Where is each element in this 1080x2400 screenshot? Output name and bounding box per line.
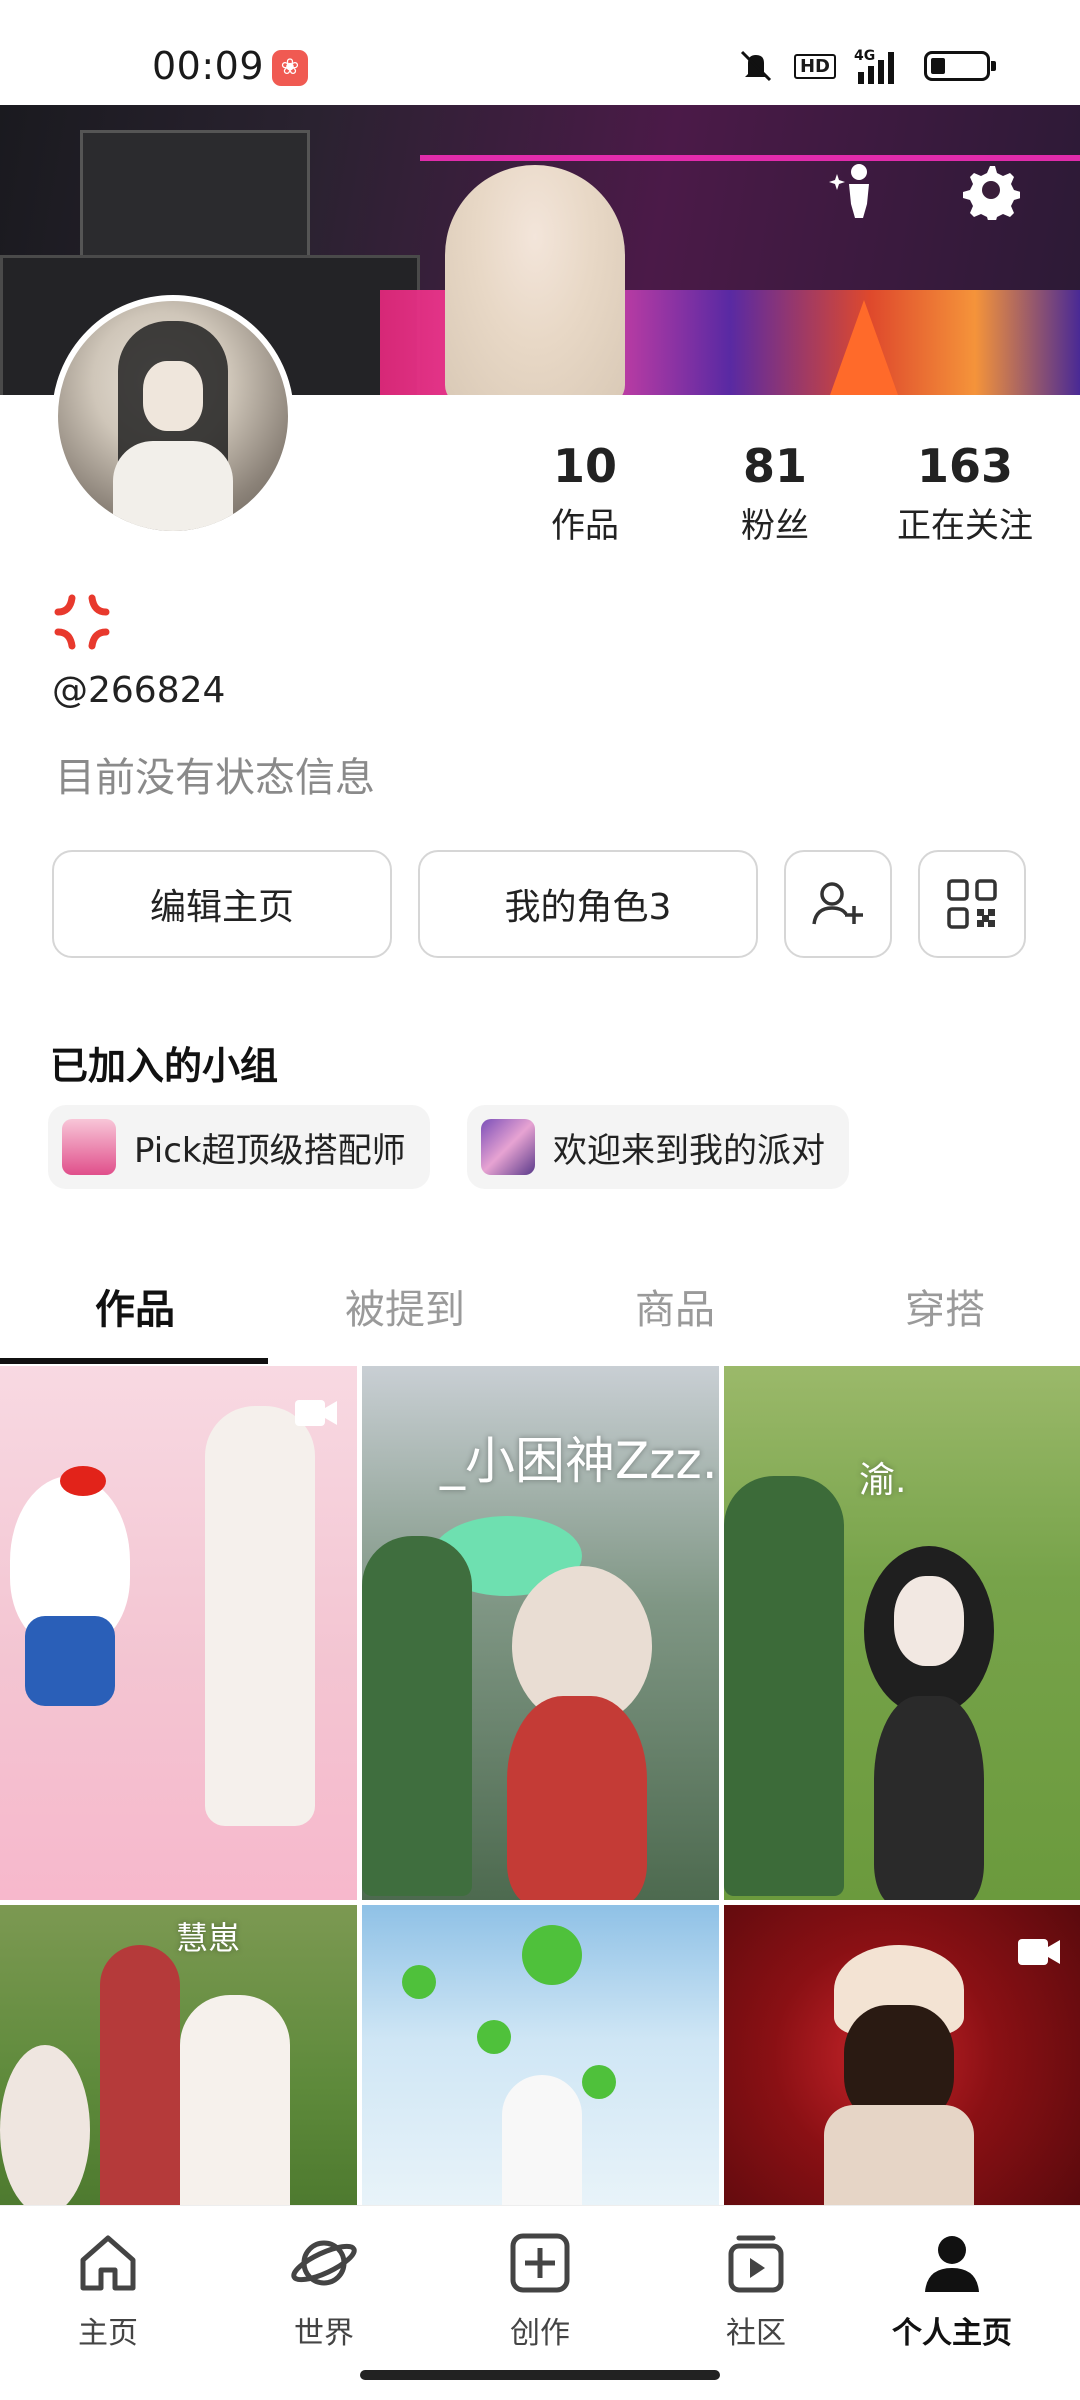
tab-outfits[interactable]: 穿搭 — [810, 1270, 1080, 1366]
stat-following-label: 正在关注 — [897, 506, 1033, 546]
sparkle-figure-icon — [829, 164, 869, 218]
status-icons: HD 4G — [736, 44, 996, 88]
edit-profile-button[interactable]: 编辑主页 — [52, 850, 392, 958]
joined-groups-title: 已加入的小组 — [50, 1044, 279, 1088]
nav-profile[interactable]: 个人主页 — [872, 2226, 1032, 2352]
stat-works-count: 10 — [552, 439, 617, 493]
work-thumbnail[interactable]: _小困神Zzz. — [362, 1366, 719, 1900]
group-chip[interactable]: Pick超顶级搭配师 — [48, 1105, 430, 1189]
battery-icon — [924, 51, 996, 81]
home-icon — [80, 2235, 136, 2291]
create-icon — [510, 2233, 570, 2293]
tab-mentioned[interactable]: 被提到 — [270, 1270, 540, 1366]
nav-create-label: 创作 — [510, 2316, 570, 2351]
add-user-icon — [812, 882, 863, 925]
work-thumbnail[interactable] — [724, 1905, 1080, 2205]
video-icon — [295, 1400, 337, 1426]
stat-following-count: 163 — [916, 439, 1014, 493]
tile-overlay-text: 渝. — [859, 1460, 907, 1501]
avatar-3d-figure — [445, 165, 625, 395]
group-thumbnail — [481, 1119, 535, 1175]
home-indicator[interactable] — [360, 2370, 720, 2380]
add-friend-button[interactable] — [784, 850, 892, 958]
user-handle: @266824 — [52, 670, 226, 711]
mute-icon — [740, 50, 772, 82]
my-role-button[interactable]: 我的角色3 — [418, 850, 758, 958]
profile-stats: 10 作品 81 粉丝 163 正在关注 — [490, 440, 1060, 547]
stat-followers[interactable]: 81 粉丝 — [680, 440, 870, 547]
group-chip[interactable]: 欢迎来到我的派对 — [467, 1105, 849, 1189]
nav-profile-label: 个人主页 — [892, 2316, 1012, 2351]
status-time: 00:09 — [152, 44, 265, 88]
app-notification-icon: ❀ — [272, 50, 308, 86]
work-thumbnail[interactable] — [362, 1905, 719, 2205]
tile-overlay-text: 慧崽 — [176, 1919, 241, 1957]
stat-followers-count: 81 — [742, 439, 807, 493]
group-thumbnail — [62, 1119, 116, 1175]
nav-community[interactable]: 社区 — [676, 2226, 836, 2352]
group-chip-label: 欢迎来到我的派对 — [553, 1130, 825, 1171]
group-chip-label: Pick超顶级搭配师 — [134, 1130, 406, 1171]
work-thumbnail[interactable]: 慧崽 — [0, 1905, 357, 2205]
community-icon — [728, 2235, 784, 2293]
profile-tabs: 作品 被提到 商品 穿搭 — [0, 1270, 1080, 1366]
svg-text:4G: 4G — [854, 48, 875, 64]
stat-works[interactable]: 10 作品 — [490, 440, 680, 547]
status-bar: 00:09 ❀ HD 4G — [0, 0, 1080, 105]
nav-world-label: 世界 — [294, 2316, 354, 2351]
qr-code-button[interactable] — [918, 850, 1026, 958]
tile-overlay-text: _小困神Zzz. — [440, 1432, 718, 1490]
status-message[interactable]: 目前没有状态信息 — [55, 745, 375, 803]
hd-icon: HD — [793, 53, 836, 79]
nav-home[interactable]: 主页 — [28, 2226, 188, 2352]
profile-icon — [925, 2236, 979, 2292]
anger-symbol-icon — [54, 594, 110, 650]
work-thumbnail[interactable] — [0, 1366, 357, 1900]
tab-products[interactable]: 商品 — [540, 1270, 810, 1366]
nav-community-label: 社区 — [726, 2316, 786, 2351]
stat-following[interactable]: 163 正在关注 — [870, 440, 1060, 547]
nav-home-label: 主页 — [78, 2316, 138, 2351]
qr-code-icon — [947, 879, 997, 929]
profile-avatar[interactable] — [52, 295, 294, 537]
planet-icon — [291, 2240, 357, 2286]
signal-icon: 4G — [854, 48, 894, 84]
stat-works-label: 作品 — [551, 506, 619, 546]
tab-works[interactable]: 作品 — [0, 1270, 270, 1366]
video-icon — [1018, 1939, 1060, 1965]
nav-create[interactable]: 创作 — [460, 2226, 620, 2352]
works-grid: _小困神Zzz. 渝. 慧崽 — [0, 1366, 1080, 2206]
gear-icon — [963, 166, 1020, 220]
avatar-pose-button[interactable] — [822, 155, 892, 225]
settings-button[interactable] — [955, 155, 1025, 225]
nav-world[interactable]: 世界 — [244, 2226, 404, 2352]
work-thumbnail[interactable]: 渝. — [724, 1366, 1080, 1900]
stat-followers-label: 粉丝 — [741, 506, 809, 546]
active-tab-indicator — [0, 1358, 268, 1364]
